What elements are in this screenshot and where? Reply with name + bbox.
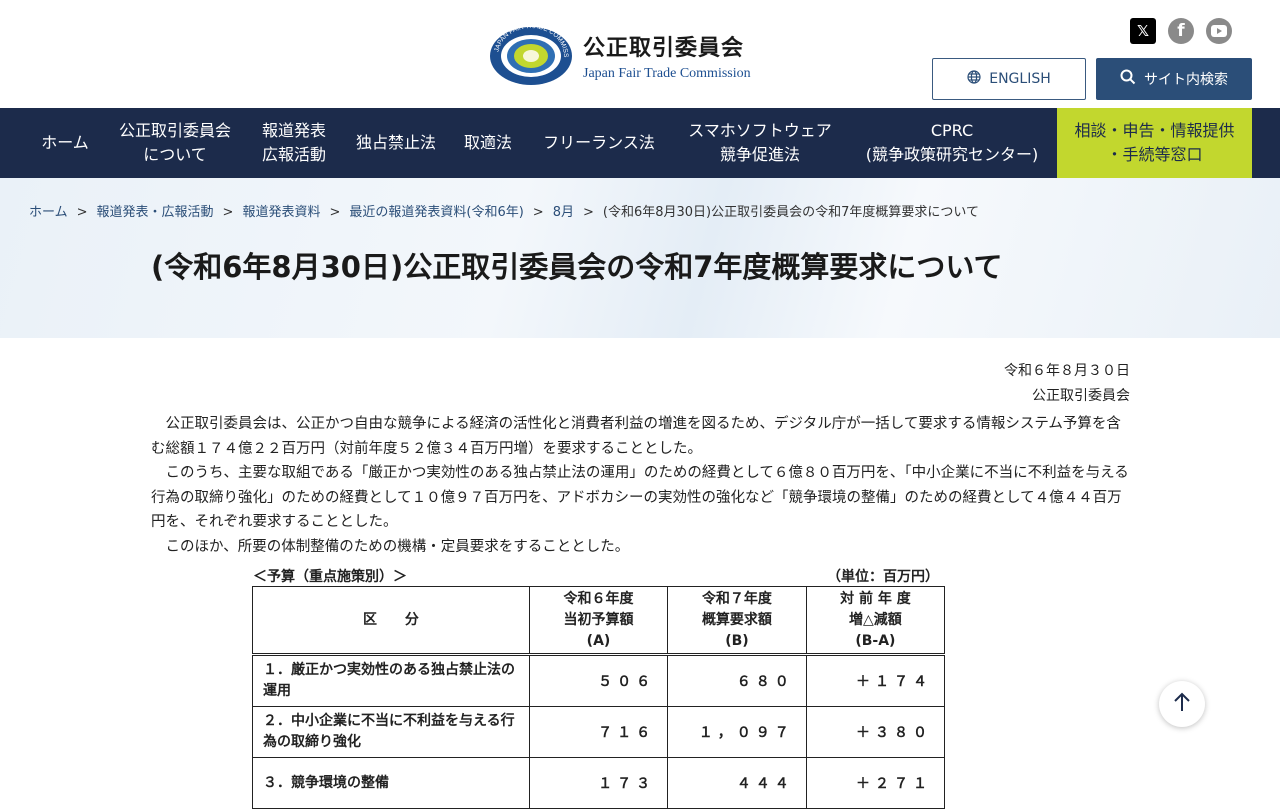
breadcrumb-separator: > bbox=[532, 205, 544, 220]
page-title: (令和6年8月30日)公正取引委員会の令和7年度概算要求について bbox=[151, 250, 1003, 284]
nav-item-antimonopoly[interactable]: 独占禁止法 bbox=[346, 108, 446, 178]
scroll-to-top-button[interactable] bbox=[1159, 681, 1205, 727]
site-header: JAPAN FAIR TRADE COMMISSION 公正取引委員会 Japa… bbox=[0, 0, 1280, 108]
breadcrumb-separator: > bbox=[76, 205, 88, 220]
budget-table-image: ＜予算（重点施策別）＞ （単位：百万円） 区 分 令和６年度 当初予算額 (A)… bbox=[151, 556, 1036, 809]
row-diff-value: ＋１７４ bbox=[805, 654, 946, 707]
page-hero: ホーム > 報道発表・広報活動 > 報道発表資料 > 最近の報道発表資料(令和6年) >8月 >… bbox=[0, 178, 1280, 338]
brand-name-en[interactable]: Japan Fair Trade Commission bbox=[583, 66, 751, 82]
release-date: 令和６年８月３０日 bbox=[1004, 363, 1130, 379]
row-r7-value: ４４４ bbox=[667, 757, 807, 809]
budget-table-caption: ＜予算（重点施策別）＞ bbox=[253, 569, 407, 585]
nav-item-cprc[interactable]: CPRC (競争政策研究センター) bbox=[852, 108, 1052, 178]
breadcrumb-link-press-materials[interactable]: 報道発表資料 bbox=[242, 205, 320, 220]
nav-item-freelance[interactable]: フリーランス法 bbox=[530, 108, 668, 178]
table-row: ２．中小企業に不当に不利益を与える行為の取締り強化 ７１６ １，０９７ ＋３８０ bbox=[252, 706, 946, 758]
nav-item-home[interactable]: ホーム bbox=[27, 108, 103, 178]
row-item: ２．中小企業に不当に不利益を与える行為の取締り強化 bbox=[252, 706, 530, 758]
paragraph: このうち、主要な取組である「厳正かつ実効性のある独占禁止法の運用」のための経費と… bbox=[151, 465, 1129, 530]
col-header-category: 区 分 bbox=[252, 586, 530, 656]
row-r6-value: １７３ bbox=[528, 757, 669, 809]
paragraph: 公正取引委員会は、公正かつ自由な競争による経済の活性化と消費者利益の増進を図るた… bbox=[151, 416, 1121, 457]
breadcrumb-separator: > bbox=[329, 205, 341, 220]
row-r7-value: １，０９７ bbox=[667, 706, 807, 758]
breadcrumb-separator: > bbox=[582, 205, 594, 220]
breadcrumb-link-press[interactable]: 報道発表・広報活動 bbox=[97, 205, 214, 220]
nav-item-smartphone-act[interactable]: スマホソフトウェア 競争促進法 bbox=[676, 108, 844, 178]
nav-item-torite[interactable]: 取適法 bbox=[454, 108, 522, 178]
issuing-organization: 公正取引委員会 bbox=[1032, 388, 1130, 404]
breadcrumb-current: (令和6年8月30日)公正取引委員会の令和7年度概算要求について bbox=[602, 205, 979, 220]
col-header-r6-budget: 令和６年度 当初予算額 (A) bbox=[528, 586, 669, 656]
budget-table: 区 分 令和６年度 当初予算額 (A) 令和７年度 概算要求額 (B) 対 前 … bbox=[252, 586, 946, 809]
english-button[interactable]: ENGLISH bbox=[932, 58, 1086, 100]
breadcrumb-link-august[interactable]: 8月 bbox=[553, 205, 574, 220]
search-icon bbox=[1120, 69, 1136, 89]
youtube-icon[interactable] bbox=[1206, 18, 1232, 44]
arrow-up-icon bbox=[1173, 692, 1191, 716]
row-diff-value: ＋２７１ bbox=[805, 757, 946, 809]
breadcrumb-link-home[interactable]: ホーム bbox=[29, 205, 68, 220]
facebook-icon[interactable]: f bbox=[1168, 18, 1194, 44]
nav-item-press[interactable]: 報道発表 広報活動 bbox=[250, 108, 338, 178]
table-row: １．厳正かつ実効性のある独占禁止法の運用 ５０６ ６８０ ＋１７４ bbox=[252, 654, 946, 707]
row-r6-value: ５０６ bbox=[528, 654, 669, 707]
breadcrumb-separator: > bbox=[222, 205, 234, 220]
x-icon[interactable]: 𝕏 bbox=[1130, 18, 1156, 44]
english-label: ENGLISH bbox=[989, 71, 1051, 87]
brand-name-ja[interactable]: 公正取引委員会 bbox=[583, 30, 744, 62]
row-item: １．厳正かつ実効性のある独占禁止法の運用 bbox=[252, 654, 530, 707]
global-nav: ホーム 公正取引委員会 について 報道発表 広報活動 独占禁止法 取適法 フリー… bbox=[0, 108, 1280, 178]
globe-icon bbox=[967, 70, 981, 88]
row-r6-value: ７１６ bbox=[528, 706, 669, 758]
jftc-logo[interactable]: JAPAN FAIR TRADE COMMISSION bbox=[485, 17, 574, 86]
breadcrumb: ホーム > 報道発表・広報活動 > 報道発表資料 > 最近の報道発表資料(令和6年) >8月 >… bbox=[29, 201, 979, 220]
row-diff-value: ＋３８０ bbox=[805, 706, 946, 758]
breadcrumb-link-recent-r6[interactable]: 最近の報道発表資料(令和6年) bbox=[349, 205, 523, 220]
nav-item-about[interactable]: 公正取引委員会 について bbox=[108, 108, 242, 178]
press-release-body: 公正取引委員会は、公正かつ自由な競争による経済の活性化と消費者利益の増進を図るた… bbox=[151, 412, 1131, 559]
row-item: ３．競争環境の整備 bbox=[252, 757, 530, 809]
col-header-diff: 対 前 年 度 増△減額 (B-A) bbox=[805, 586, 946, 656]
nav-item-consultation[interactable]: 相談・申告・情報提供 ・手続等窓口 bbox=[1057, 108, 1252, 178]
site-search-button[interactable]: サイト内検索 bbox=[1096, 58, 1252, 100]
col-header-r7-request: 令和７年度 概算要求額 (B) bbox=[667, 586, 807, 656]
search-label: サイト内検索 bbox=[1144, 72, 1228, 88]
budget-table-unit: （単位：百万円） bbox=[827, 569, 939, 585]
table-row: ３．競争環境の整備 １７３ ４４４ ＋２７１ bbox=[252, 757, 946, 809]
row-r7-value: ６８０ bbox=[667, 654, 807, 707]
